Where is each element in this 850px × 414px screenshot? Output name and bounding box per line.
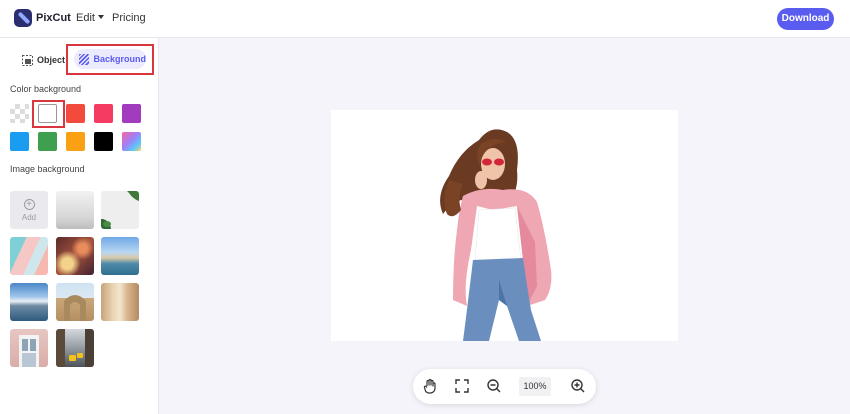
fit-screen-icon[interactable] (454, 378, 470, 394)
swatch-white[interactable] (38, 104, 57, 123)
tab-object-label: Object (37, 55, 66, 65)
image-background-thumb[interactable] (101, 283, 139, 321)
swatch-blue[interactable] (10, 132, 29, 151)
swatch-black[interactable] (94, 132, 113, 151)
edit-menu-label: Edit (76, 12, 95, 24)
tab-background[interactable]: Background (74, 49, 146, 69)
image-background-thumb[interactable] (101, 237, 139, 275)
tab-object[interactable]: Object (22, 52, 65, 68)
zoom-out-icon[interactable] (486, 378, 502, 394)
image-background-thumb[interactable] (10, 237, 48, 275)
plus-icon: + (23, 198, 35, 210)
caret-down-icon (97, 15, 104, 19)
swatch-green[interactable] (38, 132, 57, 151)
image-background-title: Image background (10, 164, 85, 174)
swatch-transparent[interactable] (10, 104, 29, 123)
subject-photo[interactable] (331, 110, 678, 341)
brand-name[interactable]: PixCut (36, 12, 71, 24)
image-background-thumb[interactable] (101, 191, 139, 229)
add-image-button[interactable]: + Add (10, 191, 48, 229)
top-bar: PixCut Edit Pricing Download (0, 0, 850, 38)
zoom-in-icon[interactable] (570, 378, 586, 394)
object-icon (22, 54, 33, 66)
image-background-thumb[interactable] (56, 329, 94, 367)
zoom-level[interactable]: 100% (519, 377, 551, 396)
zoom-toolbar: 100% (413, 369, 596, 404)
tab-background-label: Background (93, 54, 146, 64)
swatch-pink[interactable] (94, 104, 113, 123)
image-background-thumb[interactable] (10, 283, 48, 321)
edit-menu[interactable]: Edit (76, 12, 104, 24)
swatch-red[interactable] (66, 104, 85, 123)
download-button[interactable]: Download (777, 8, 834, 30)
image-background-thumb[interactable] (56, 237, 94, 275)
pricing-link[interactable]: Pricing (112, 12, 146, 24)
background-panel: Object Background Color background Image… (0, 38, 159, 414)
editing-canvas[interactable] (331, 110, 678, 341)
swatch-gradient[interactable] (122, 132, 141, 151)
image-background-thumb[interactable] (10, 329, 48, 367)
color-background-title: Color background (10, 84, 82, 94)
add-image-label: Add (21, 212, 37, 222)
swatch-purple[interactable] (122, 104, 141, 123)
image-background-thumb[interactable] (56, 191, 94, 229)
background-hatch-icon (79, 53, 90, 65)
image-background-thumb[interactable] (56, 283, 94, 321)
hand-icon[interactable] (422, 378, 438, 394)
pixcut-logo-icon[interactable] (14, 9, 32, 27)
swatch-orange[interactable] (66, 132, 85, 151)
